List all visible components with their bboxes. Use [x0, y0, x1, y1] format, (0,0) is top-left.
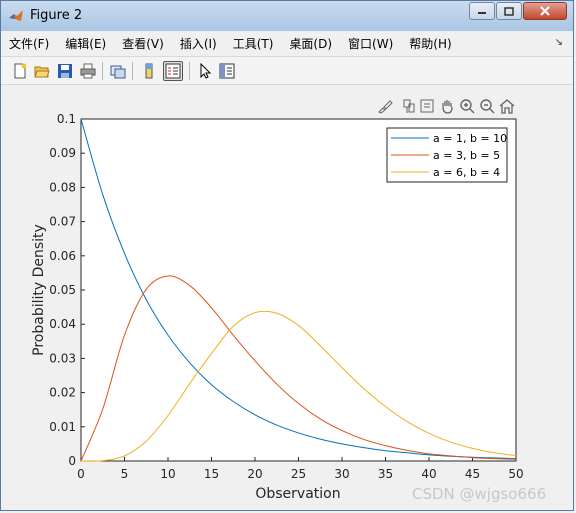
y-tick-label: 0.01 [49, 420, 76, 434]
legend-label-3: a = 6, b = 4 [433, 166, 500, 179]
y-tick-label: 0.06 [49, 249, 76, 263]
x-tick-label: 35 [378, 467, 393, 481]
legend-label-2: a = 3, b = 5 [433, 149, 500, 162]
y-tick-label: 0 [68, 454, 76, 468]
x-tick-label: 45 [465, 467, 480, 481]
figure-window: Figure 2 文件(F) 编辑(E) 查看(V) 插入(I) 工具(T) 桌… [0, 0, 574, 511]
y-tick-label: 0.03 [49, 351, 76, 365]
y-tick-label: 0.1 [57, 112, 76, 126]
y-axis-label: Probability Density [31, 224, 47, 356]
legend[interactable]: a = 1, b = 10 a = 3, b = 5 a = 6, b = 4 [386, 127, 508, 183]
legend-label-1: a = 1, b = 10 [433, 132, 507, 145]
x-tick-label: 40 [421, 467, 436, 481]
y-tick-label: 0.04 [49, 317, 76, 331]
x-tick-label: 15 [204, 467, 219, 481]
y-tick-label: 0.08 [49, 180, 76, 194]
y-tick-label: 0.02 [49, 386, 76, 400]
y-tick-label: 0.05 [49, 283, 76, 297]
y-tick-label: 0.07 [49, 215, 76, 229]
x-tick-label: 25 [291, 467, 306, 481]
watermark: CSDN @wjgso666 [412, 485, 547, 503]
y-tick-label: 0.09 [49, 146, 76, 160]
x-tick-label: 10 [160, 467, 175, 481]
x-tick-label: 50 [508, 467, 523, 481]
x-axis-label: Observation [255, 486, 340, 502]
line-chart: 0 5 10 15 20 25 30 35 40 45 50 0 0.01 0.02 0.03 0.04 0.0… [31, 112, 524, 502]
x-tick-label: 20 [247, 467, 262, 481]
x-tick-label: 0 [77, 467, 85, 481]
x-tick-label: 30 [334, 467, 349, 481]
x-tick-label: 5 [121, 467, 129, 481]
